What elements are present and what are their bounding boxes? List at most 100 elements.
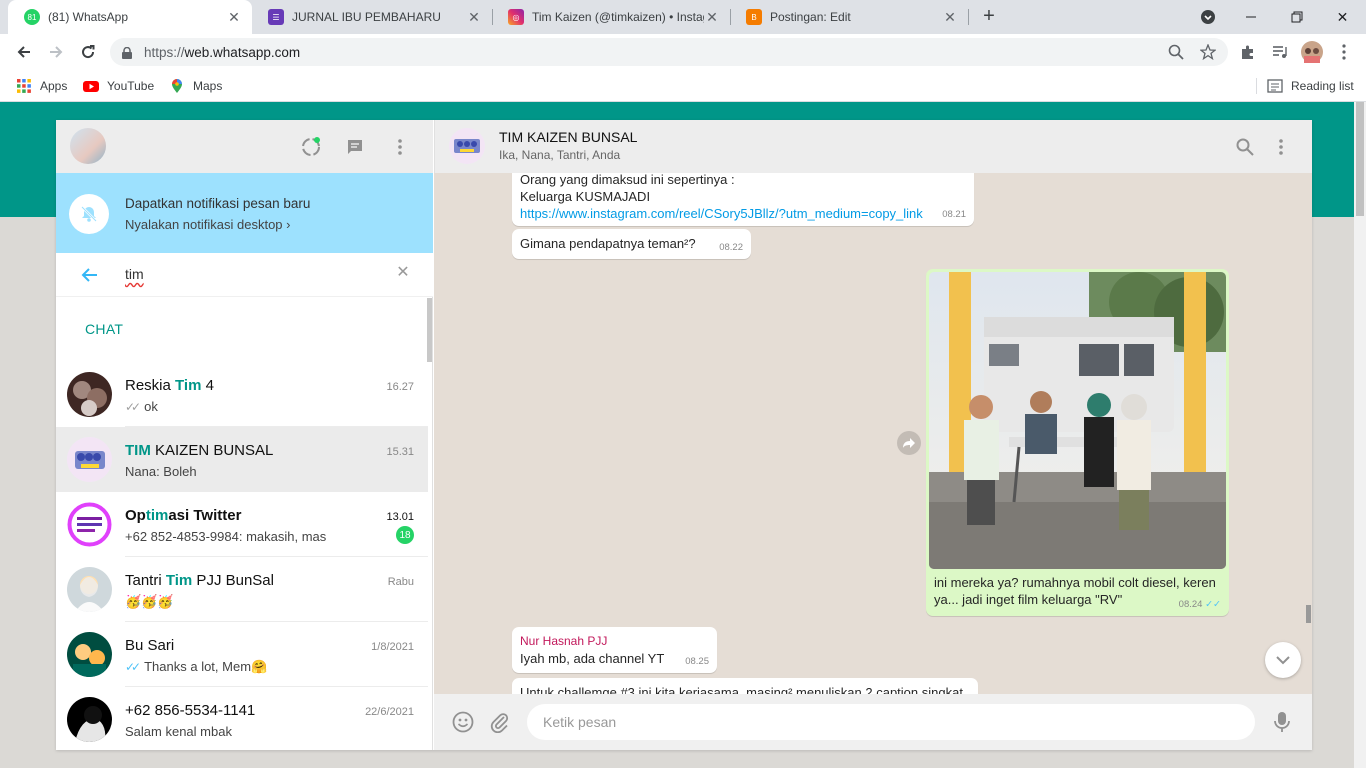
outgoing-image-message[interactable]: ini mereka ya? rumahnya mobil colt diese… bbox=[926, 269, 1229, 616]
menu-icon[interactable] bbox=[388, 135, 412, 159]
tab-whatsapp[interactable]: 81 (81) WhatsApp ✕ bbox=[8, 0, 252, 34]
sender-name[interactable]: Nur Hasnah PJJ bbox=[520, 633, 709, 650]
chat-item[interactable]: +62 856-5534-1141 22/6/2021 Salam kenal … bbox=[56, 687, 428, 752]
bookmark-label: Maps bbox=[193, 79, 223, 93]
message-bubble[interactable]: Nur Hasnah PJJ Iyah mb, ada channel YT 0… bbox=[512, 627, 717, 673]
forward-icon[interactable] bbox=[897, 431, 921, 455]
close-icon[interactable]: ✕ bbox=[942, 9, 958, 26]
conversation-menu-icon[interactable] bbox=[1269, 135, 1293, 159]
message-text: Untuk challemge #3 ini kita kerjasama, m… bbox=[520, 685, 963, 694]
message-input[interactable]: Ketik pesan bbox=[527, 704, 1255, 740]
search-icon[interactable] bbox=[1233, 135, 1257, 159]
scrollbar-thumb[interactable] bbox=[1356, 102, 1364, 216]
chat-item[interactable]: Optimasi Twitter 13.01 +62 852-4853-9984… bbox=[56, 492, 428, 557]
chat-preview: 🥳🥳🥳 bbox=[125, 594, 174, 609]
restore-button[interactable] bbox=[1274, 0, 1319, 34]
reload-button[interactable] bbox=[76, 40, 100, 64]
browser-menu-icon[interactable] bbox=[1332, 40, 1356, 64]
message-area: Orang yang dimaksud ini sepertinya : Kel… bbox=[434, 173, 1312, 694]
new-tab-button[interactable]: + bbox=[978, 5, 1000, 27]
avatar bbox=[67, 372, 112, 417]
maps-pin-icon bbox=[169, 78, 185, 94]
close-icon[interactable]: ✕ bbox=[704, 9, 720, 26]
extensions-puzzle-icon[interactable] bbox=[1236, 40, 1260, 64]
notification-banner[interactable]: Dapatkan notifikasi pesan baru Nyalakan … bbox=[56, 173, 433, 253]
group-avatar[interactable] bbox=[449, 128, 485, 164]
close-window-button[interactable]: ✕ bbox=[1320, 0, 1365, 34]
chat-item[interactable]: Bu Sari 1/8/2021 ✓✓ Thanks a lot, Mem🤗 bbox=[56, 622, 428, 687]
attach-icon[interactable] bbox=[488, 710, 512, 734]
minimize-button[interactable] bbox=[1228, 0, 1273, 34]
bookmarks-divider bbox=[1256, 78, 1257, 94]
reading-list-icon bbox=[1267, 78, 1283, 94]
tab-blogger[interactable]: B Postingan: Edit ✕ bbox=[730, 0, 968, 34]
bookmark-label: Apps bbox=[40, 79, 68, 93]
tab-instagram[interactable]: ◎ Tim Kaizen (@timkaizen) • Instag ✕ bbox=[492, 0, 730, 34]
close-icon[interactable]: ✕ bbox=[466, 9, 482, 26]
message-bubble[interactable]: Gimana pendapatnya teman²? 08.22 bbox=[512, 229, 751, 259]
message-time: 08.25 bbox=[685, 656, 709, 667]
message-text: Iyah mb, ada channel YT bbox=[520, 651, 665, 666]
search-input[interactable]: tim bbox=[125, 266, 144, 282]
chat-time: 15.31 bbox=[386, 446, 414, 458]
avatar bbox=[67, 502, 112, 547]
chat-list-scrollbar[interactable] bbox=[427, 298, 432, 362]
double-tick-icon: ✓✓ bbox=[125, 660, 141, 674]
message-bubble[interactable]: Untuk challemge #3 ini kita kerjasama, m… bbox=[512, 678, 978, 694]
chat-preview: Nana: Boleh bbox=[125, 464, 197, 479]
photo-thumbnail[interactable] bbox=[929, 272, 1226, 569]
tab-search-icon[interactable] bbox=[1185, 0, 1230, 34]
back-button[interactable] bbox=[12, 40, 36, 64]
new-chat-icon[interactable] bbox=[343, 135, 367, 159]
chat-name: +62 856-5534-1141 bbox=[125, 702, 256, 719]
chat-name: TIM KAIZEN BUNSAL bbox=[125, 442, 274, 459]
tab-divider bbox=[968, 9, 969, 25]
bookmark-maps[interactable]: Maps bbox=[169, 76, 222, 96]
address-bar[interactable]: https://web.whatsapp.com bbox=[110, 38, 1228, 66]
page-scrollbar[interactable] bbox=[1354, 102, 1366, 768]
chat-preview: ✓✓ ok bbox=[125, 399, 158, 414]
zoom-icon[interactable] bbox=[1164, 40, 1188, 64]
scroll-down-button[interactable] bbox=[1265, 642, 1301, 678]
tab-jurnal[interactable]: ☰ JURNAL IBU PEMBAHARU ✕ bbox=[252, 0, 492, 34]
message-text: Orang yang dimaksud ini sepertinya : bbox=[520, 173, 735, 187]
avatar bbox=[67, 567, 112, 612]
section-label: CHAT bbox=[85, 321, 124, 337]
bookmark-star-icon[interactable] bbox=[1196, 40, 1220, 64]
chat-name: Optimasi Twitter bbox=[125, 507, 242, 524]
message-time: 08.24 ✓✓ bbox=[1178, 599, 1221, 610]
back-arrow-icon[interactable] bbox=[80, 265, 100, 285]
sidebar-header bbox=[56, 120, 433, 173]
message-link[interactable]: https://www.instagram.com/reel/CSory5JBl… bbox=[520, 205, 966, 222]
tab-title: Tim Kaizen (@timkaizen) • Instag bbox=[532, 10, 704, 24]
bookmark-apps[interactable]: Apps bbox=[16, 76, 67, 96]
chat-name: Reskia Tim 4 bbox=[125, 377, 214, 394]
chat-time: Rabu bbox=[387, 576, 414, 588]
clear-search-icon[interactable]: ✕ bbox=[395, 265, 411, 281]
profile-avatar[interactable] bbox=[1300, 40, 1324, 64]
status-icon[interactable] bbox=[299, 135, 323, 159]
close-icon[interactable]: ✕ bbox=[226, 9, 242, 26]
conversation-title: TIM KAIZEN BUNSAL bbox=[499, 129, 638, 145]
chat-item[interactable]: TIM KAIZEN BUNSAL 15.31 Nana: Boleh bbox=[56, 427, 428, 492]
chat-preview: ✓✓ Thanks a lot, Mem🤗 bbox=[125, 659, 268, 674]
media-control-icon[interactable] bbox=[1268, 40, 1292, 64]
my-avatar[interactable] bbox=[70, 128, 106, 164]
forms-icon: ☰ bbox=[268, 9, 284, 25]
reading-list-button[interactable]: Reading list bbox=[1267, 76, 1354, 96]
conversation-header[interactable]: TIM KAIZEN BUNSAL Ika, Nana, Tantri, And… bbox=[434, 120, 1312, 173]
bookmarks-bar: Apps YouTube Maps Reading list bbox=[0, 70, 1366, 102]
chat-item[interactable]: Tantri Tim PJJ BunSal Rabu 🥳🥳🥳 bbox=[56, 557, 428, 622]
reading-list-label: Reading list bbox=[1291, 79, 1354, 93]
bookmark-youtube[interactable]: YouTube bbox=[83, 76, 154, 96]
double-tick-icon: ✓✓ bbox=[1205, 599, 1221, 610]
message-bubble[interactable]: Orang yang dimaksud ini sepertinya : Kel… bbox=[512, 173, 974, 226]
chat-item[interactable]: Reskia Tim 4 16.27 ✓✓ ok bbox=[56, 362, 428, 427]
tab-title: JURNAL IBU PEMBAHARU bbox=[292, 10, 441, 24]
microphone-icon[interactable] bbox=[1270, 710, 1294, 734]
message-scrollbar[interactable] bbox=[1306, 605, 1311, 623]
url-text: https://web.whatsapp.com bbox=[144, 44, 301, 60]
forward-button[interactable] bbox=[44, 40, 68, 64]
notification-action[interactable]: Nyalakan notifikasi desktop › bbox=[125, 217, 290, 232]
emoji-icon[interactable] bbox=[451, 710, 475, 734]
